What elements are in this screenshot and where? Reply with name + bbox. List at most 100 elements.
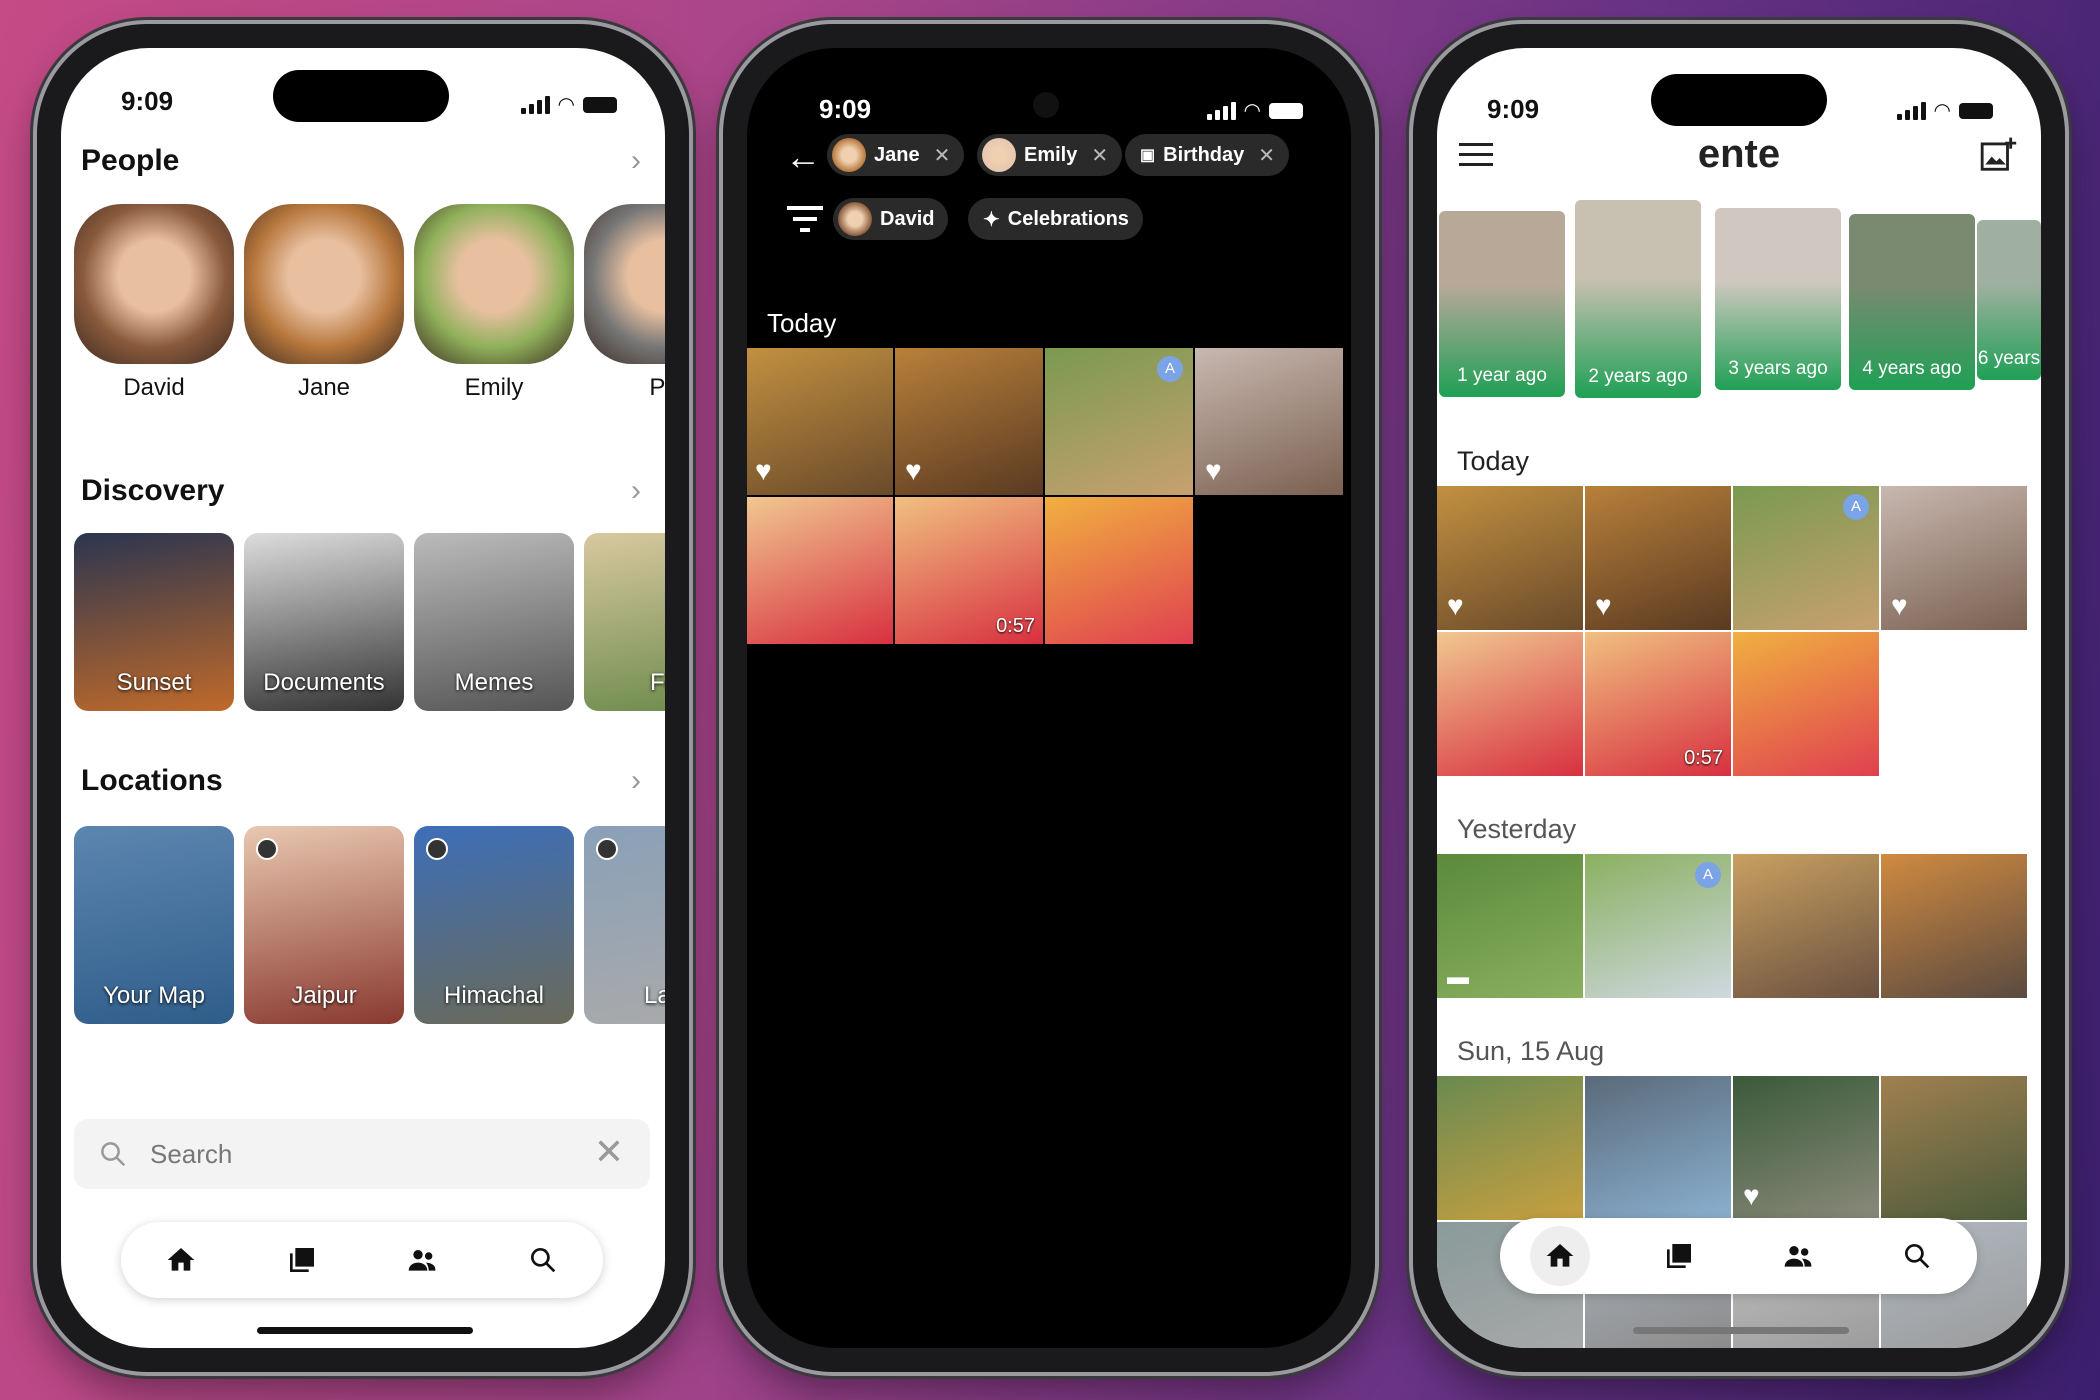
favorite-heart-icon: ♥ — [755, 455, 772, 486]
photo-thumbnail[interactable]: A — [1733, 486, 1879, 630]
search-input[interactable]: Search ✕ — [74, 1119, 650, 1189]
photo-thumbnail[interactable]: ♥ — [1437, 486, 1583, 630]
filter-chip[interactable]: Jane ✕ — [827, 134, 965, 176]
chip-avatar — [982, 138, 1016, 172]
clear-search-icon[interactable]: ✕ — [594, 1131, 624, 1173]
filter-chip[interactable]: Emily ✕ — [977, 134, 1123, 176]
locations-chevron-icon[interactable]: › — [631, 764, 641, 798]
discovery-tile[interactable]: Memes — [414, 533, 574, 711]
person-name[interactable]: Jane — [244, 374, 404, 402]
photo-thumbnail[interactable]: ♥ — [1585, 486, 1731, 630]
memory-card[interactable]: 1 year ago — [1439, 211, 1565, 397]
photo-thumbnail[interactable]: ♥ — [747, 348, 893, 495]
status-icons: ◠ — [520, 92, 617, 117]
memory-card[interactable]: 3 years ago — [1715, 208, 1841, 390]
photo-thumbnail[interactable]: ♥ — [1195, 348, 1343, 495]
home-indicator — [1633, 1327, 1849, 1334]
photo-thumbnail[interactable] — [1585, 1076, 1731, 1220]
photo-thumbnail[interactable] — [1045, 497, 1193, 644]
remove-chip-icon[interactable]: ✕ — [1258, 143, 1275, 168]
memory-card[interactable]: 6 years — [1977, 220, 2041, 380]
discovery-tile[interactable]: Fo — [584, 533, 665, 711]
signal-icon — [520, 95, 550, 114]
bottom-nav — [1500, 1218, 1977, 1294]
memory-card[interactable]: 4 years ago — [1849, 214, 1975, 390]
discovery-tile[interactable]: Documents — [244, 533, 404, 711]
photo-thumbnail[interactable]: ▬ — [1437, 854, 1583, 998]
chip-label: Celebrations — [1007, 207, 1129, 230]
discovery-chevron-icon[interactable]: › — [631, 474, 641, 508]
person-avatar[interactable] — [414, 204, 574, 364]
battery-icon — [1959, 102, 1993, 119]
back-arrow-icon[interactable]: ← — [785, 136, 821, 178]
photo-thumbnail[interactable] — [1733, 854, 1879, 998]
remove-chip-icon[interactable]: ✕ — [1091, 143, 1108, 168]
nav-people-button[interactable] — [392, 1230, 452, 1290]
section-today: Today — [767, 308, 837, 338]
tile-label: Memes — [454, 669, 534, 696]
phone-home-screen: 9:09 ◠ ente 1 year ago 2 years ago 3 years… — [1413, 24, 2065, 1372]
photo-thumbnail[interactable]: ♥ — [1881, 486, 2027, 630]
section-date-heading: Yesterday — [1457, 814, 1577, 844]
photo-thumbnail[interactable] — [1881, 1076, 2027, 1220]
location-tile[interactable]: Lad — [584, 826, 665, 1024]
phone-search-screen: 9:09 ◠ People › David Jane Emily Pa Discove… — [37, 24, 689, 1372]
photo-thumbnail[interactable] — [1437, 1076, 1583, 1220]
photo-thumbnail[interactable]: 0:57 — [895, 497, 1043, 644]
person-name[interactable]: Pa — [584, 374, 665, 402]
location-tile[interactable]: Jaipur — [244, 826, 404, 1024]
person-avatar[interactable] — [74, 204, 234, 364]
person-avatar[interactable] — [244, 204, 404, 364]
location-pin-icon — [256, 838, 278, 860]
favorite-heart-icon: ♥ — [1595, 590, 1612, 621]
front-camera — [1033, 92, 1059, 118]
section-date-heading: Today — [1457, 446, 1530, 476]
comment-icon: ▬ — [1447, 964, 1469, 989]
person-name[interactable]: David — [74, 374, 234, 402]
filter-chip[interactable]: ▣ Birthday ✕ — [1125, 134, 1290, 176]
screen: 9:09 ◠ People › David Jane Emily Pa Discove… — [61, 48, 665, 1348]
person-name[interactable]: Emily — [414, 374, 574, 402]
photo-thumbnail[interactable]: A — [1585, 854, 1731, 998]
shared-by-avatar: A — [1695, 862, 1721, 888]
status-time: 9:09 — [1487, 94, 1540, 124]
video-duration: 0:57 — [996, 615, 1035, 637]
tile-label: Lad — [643, 982, 665, 1009]
filter-chip[interactable]: ✦ Celebrations — [968, 198, 1143, 240]
nav-home-button[interactable] — [151, 1230, 211, 1290]
photo-thumbnail[interactable]: 0:57 — [1585, 632, 1731, 776]
photo-thumbnail[interactable] — [1881, 854, 2027, 998]
search-icon — [530, 1248, 556, 1273]
favorite-heart-icon: ♥ — [905, 455, 922, 486]
discovery-tile[interactable]: Sunset — [74, 533, 234, 711]
photo-thumbnail[interactable]: ♥ — [895, 348, 1043, 495]
memory-card[interactable]: 2 years ago — [1575, 200, 1701, 398]
screen: 9:09 ◠ ente 1 year ago 2 years ago 3 years… — [1437, 48, 2041, 1348]
remove-chip-icon[interactable]: ✕ — [934, 143, 951, 168]
home-icon — [167, 1248, 195, 1271]
favorite-heart-icon: ♥ — [1205, 455, 1222, 486]
tile-label: Jaipur — [291, 982, 357, 1009]
photo-thumbnail[interactable] — [1733, 632, 1879, 776]
nav-search-button[interactable] — [513, 1230, 573, 1290]
nav-search-button[interactable] — [1887, 1226, 1947, 1286]
photo-thumbnail[interactable] — [747, 497, 893, 644]
chip-label: David — [880, 207, 935, 230]
favorite-heart-icon: ♥ — [1891, 590, 1908, 621]
filter-icon[interactable] — [787, 204, 823, 234]
add-photo-icon[interactable] — [1979, 136, 2017, 174]
location-tile[interactable]: Your Map — [74, 826, 234, 1024]
person-avatar[interactable] — [584, 204, 665, 364]
photo-thumbnail[interactable]: ♥ — [1733, 1076, 1879, 1220]
filter-chip[interactable]: David — [833, 198, 949, 240]
people-chevron-icon[interactable]: › — [631, 144, 641, 178]
location-tile[interactable]: Himachal — [414, 826, 574, 1024]
nav-photos-button[interactable] — [1649, 1226, 1709, 1286]
nav-people-button[interactable] — [1768, 1226, 1828, 1286]
nav-home-button[interactable] — [1529, 1226, 1590, 1286]
photo-thumbnail[interactable] — [1437, 632, 1583, 776]
memory-label: 2 years ago — [1588, 366, 1688, 387]
nav-photos-button[interactable] — [272, 1230, 332, 1290]
photo-thumbnail[interactable]: A — [1045, 348, 1193, 495]
wifi-icon: ◠ — [1933, 100, 1951, 122]
